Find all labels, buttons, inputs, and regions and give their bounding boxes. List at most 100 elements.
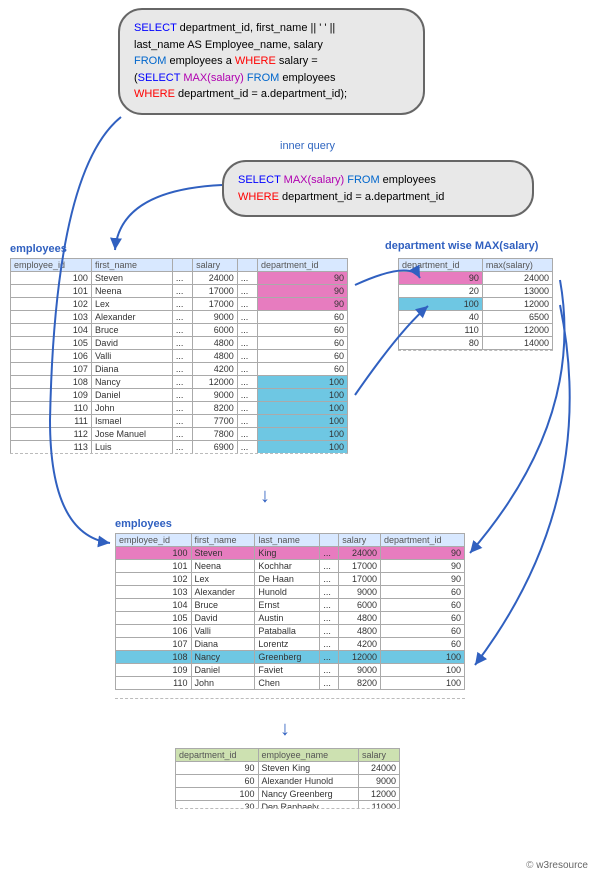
cell: 9000	[339, 664, 381, 677]
cell: 20	[399, 285, 483, 298]
cell: Jose Manuel	[91, 428, 172, 441]
table-row: 105DavidAustin...480060	[116, 612, 465, 625]
cell: 111	[11, 415, 92, 428]
cell: 17000	[339, 560, 381, 573]
cell: 6000	[193, 324, 238, 337]
cell: 100	[399, 298, 483, 311]
cell: ...	[320, 586, 339, 599]
col-header: department_id	[176, 749, 259, 762]
cell: ...	[237, 376, 257, 389]
cell: 60	[380, 625, 464, 638]
cell: 100	[380, 664, 464, 677]
cell: Valli	[91, 350, 172, 363]
cell: ...	[237, 428, 257, 441]
col-header	[320, 534, 339, 547]
cell: 100	[257, 428, 347, 441]
cell: 4200	[193, 363, 238, 376]
cell: David	[191, 612, 255, 625]
cell: 60	[380, 638, 464, 651]
cell: 109	[11, 389, 92, 402]
cell: Lorentz	[255, 638, 320, 651]
cell: ...	[237, 324, 257, 337]
cell: 40	[399, 311, 483, 324]
table-row: 406500	[399, 311, 553, 324]
cell: 106	[116, 625, 192, 638]
cell: John	[91, 402, 172, 415]
cell: Valli	[191, 625, 255, 638]
employees1-caption: employees	[10, 243, 67, 255]
cell: ...	[237, 298, 257, 311]
cell: 108	[11, 376, 92, 389]
cell: 7700	[193, 415, 238, 428]
cell: 102	[116, 573, 192, 586]
col-header: salary	[193, 259, 238, 272]
cell: 17000	[193, 285, 238, 298]
cell: Austin	[255, 612, 320, 625]
cell: 9000	[359, 775, 400, 788]
cell: ...	[172, 389, 192, 402]
cell: 9000	[193, 311, 238, 324]
cell: 110	[116, 677, 192, 690]
cell: 60	[380, 586, 464, 599]
cell: Hunold	[255, 586, 320, 599]
cell: Steven	[91, 272, 172, 285]
table-row: 108Nancy...12000...100	[11, 376, 348, 389]
deptmax-caption: department wise MAX(salary)	[385, 240, 538, 252]
cell: 60	[176, 775, 259, 788]
cell: 103	[116, 586, 192, 599]
inner-query-bubble: SELECT MAX(salary) FROM employees WHERE …	[222, 160, 534, 217]
table-row: 112Jose Manuel...7800...100	[11, 428, 348, 441]
cell: ...	[172, 350, 192, 363]
cell: 60	[257, 363, 347, 376]
cell: 100	[257, 441, 347, 454]
cell: Alexander	[191, 586, 255, 599]
table-row: 108NancyGreenberg...12000100	[116, 651, 465, 664]
cell: Steven King	[258, 762, 358, 775]
cell: King	[255, 547, 320, 560]
table-row: 101Neena...17000...90	[11, 285, 348, 298]
cell: 24000	[193, 272, 238, 285]
cell: 105	[116, 612, 192, 625]
table-row: 104BruceErnst...600060	[116, 599, 465, 612]
cell: ...	[237, 311, 257, 324]
cell: 100	[11, 272, 92, 285]
cell: 101	[11, 285, 92, 298]
col-header: department_id	[380, 534, 464, 547]
footer-credit: w3resource	[526, 860, 588, 871]
table-row: 9024000	[399, 272, 553, 285]
cell: ...	[320, 573, 339, 586]
cell: Daniel	[91, 389, 172, 402]
cell: ...	[237, 337, 257, 350]
cell: 106	[11, 350, 92, 363]
table-row: 104Bruce...6000...60	[11, 324, 348, 337]
cell: Kochhar	[255, 560, 320, 573]
cell: ...	[237, 402, 257, 415]
cell: Chen	[255, 677, 320, 690]
cell: ...	[172, 272, 192, 285]
cell: ...	[172, 415, 192, 428]
cell: ...	[320, 547, 339, 560]
cell: 100	[116, 547, 192, 560]
cell: ...	[237, 285, 257, 298]
cell: 112	[11, 428, 92, 441]
deptmax-table: department_idmax(salary)9024000201300010…	[398, 258, 553, 350]
table-row: 103Alexander...9000...60	[11, 311, 348, 324]
table-row: 106Valli...4800...60	[11, 350, 348, 363]
cell: 9000	[193, 389, 238, 402]
cell: 108	[116, 651, 192, 664]
cell: 107	[11, 363, 92, 376]
cell: ...	[320, 560, 339, 573]
cell: 110	[11, 402, 92, 415]
table-row: 102Lex...17000...90	[11, 298, 348, 311]
bottom-rip-2	[398, 350, 553, 357]
table-row: 106ValliPataballa...480060	[116, 625, 465, 638]
cell: 90	[176, 762, 259, 775]
cell: 103	[11, 311, 92, 324]
cell: 4800	[339, 625, 381, 638]
cell: ...	[172, 441, 192, 454]
main-query-bubble: SELECT department_id, first_name || ' ' …	[118, 8, 425, 115]
cell: 4800	[193, 350, 238, 363]
cell: 60	[380, 612, 464, 625]
cell: 12000	[359, 788, 400, 801]
cell: 12000	[482, 298, 552, 311]
